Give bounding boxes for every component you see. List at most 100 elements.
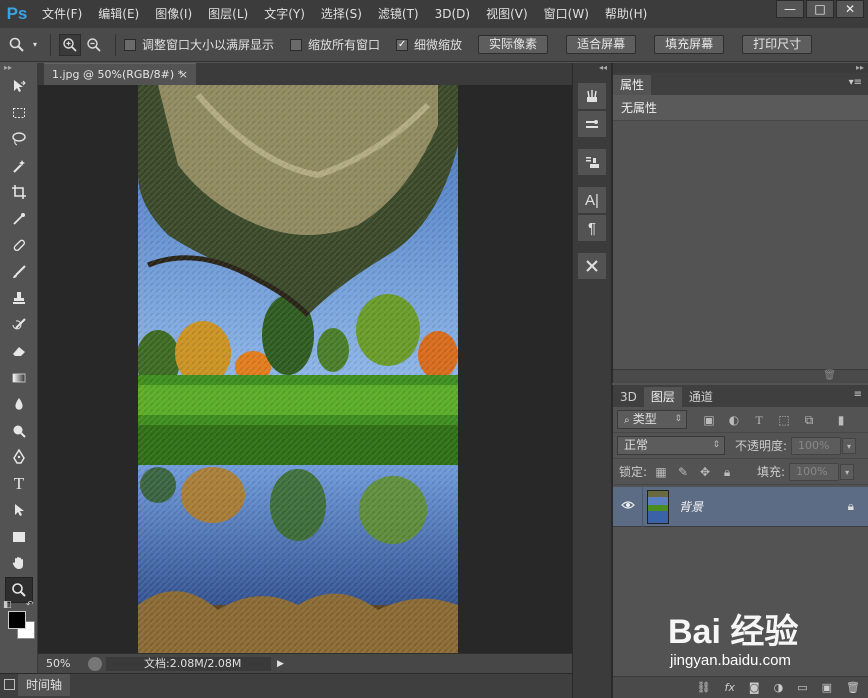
maximize-button[interactable]: □	[806, 0, 834, 18]
tab-layers[interactable]: 图层	[643, 387, 682, 407]
document-tab-title: 1.jpg @ 50%(RGB/8#) *	[52, 68, 184, 81]
swap-colors-icon[interactable]: ↶	[26, 600, 34, 610]
collapse-arrows-icon[interactable]: ◂◂	[573, 63, 611, 73]
close-tab-icon[interactable]: ×	[179, 64, 188, 85]
tab-3d[interactable]: 3D	[613, 387, 644, 407]
close-button[interactable]: ✕	[836, 0, 864, 18]
brush-tool-icon[interactable]	[0, 259, 38, 286]
collapse-arrows-icon[interactable]: ▸▸	[613, 63, 868, 73]
checkbox-box-checked[interactable]: ✓	[396, 38, 409, 51]
fill-input[interactable]: 100% ▾	[789, 462, 855, 481]
lock-image-icon[interactable]: ✎	[675, 464, 691, 480]
gradient-tool-icon[interactable]	[0, 365, 38, 392]
lasso-tool-icon[interactable]	[0, 126, 38, 153]
filter-adjustment-icon[interactable]: ◐	[726, 412, 742, 428]
status-menu-arrow-icon[interactable]: ▶	[277, 659, 284, 669]
pen-tool-icon[interactable]	[0, 444, 38, 471]
character-panel-icon[interactable]: A|	[578, 187, 606, 213]
marquee-tool-icon[interactable]	[0, 100, 38, 127]
trash-icon[interactable]: 🗑	[823, 370, 836, 381]
clone-source-panel-icon[interactable]	[578, 149, 606, 175]
opacity-input[interactable]: 100% ▾	[791, 436, 857, 455]
rectangle-tool-icon[interactable]	[0, 524, 38, 551]
eraser-tool-icon[interactable]	[0, 338, 38, 365]
checkbox-box[interactable]	[124, 38, 136, 51]
zoom-in-icon[interactable]	[59, 33, 81, 56]
scrubby-zoom-checkbox[interactable]: ✓ 细微缩放	[396, 36, 462, 53]
chevron-down-icon[interactable]: ▾	[842, 437, 857, 454]
menu-window[interactable]: 窗口(W)	[536, 0, 597, 28]
lock-transparent-icon[interactable]: ▦	[653, 464, 669, 480]
actual-pixels-button[interactable]: 实际像素	[478, 35, 549, 54]
lock-position-icon[interactable]: ✥	[697, 464, 713, 480]
tool-presets-panel-icon[interactable]	[578, 253, 606, 279]
canvas-area[interactable]	[38, 85, 572, 653]
clone-stamp-tool-icon[interactable]	[0, 285, 38, 312]
filter-toggle-icon[interactable]: ▮	[833, 412, 849, 428]
lock-label: 锁定:	[619, 465, 648, 479]
menu-view[interactable]: 视图(V)	[478, 0, 536, 28]
document-tab[interactable]: 1.jpg @ 50%(RGB/8#) * ×	[44, 63, 196, 85]
panel-menu-icon[interactable]: ≡	[854, 389, 862, 400]
menu-image[interactable]: 图像(I)	[147, 0, 200, 28]
chevron-down-icon[interactable]: ▾	[840, 463, 855, 480]
zoom-tool-icon[interactable]	[6, 34, 28, 56]
timeline-tab[interactable]: 时间轴	[18, 674, 71, 696]
panel-menu-icon[interactable]: ▾≡	[849, 77, 862, 88]
lock-all-icon[interactable]: 🔒︎	[719, 464, 735, 480]
layer-name[interactable]: 背景	[679, 498, 703, 515]
resize-windows-checkbox[interactable]: 调整窗口大小以满屏显示	[124, 36, 274, 53]
menu-filter[interactable]: 滤镜(T)	[370, 0, 427, 28]
watermark-logo: Bai 经验	[668, 613, 799, 651]
fit-screen-button[interactable]: 适合屏幕	[566, 35, 637, 54]
menu-file[interactable]: 文件(F)	[34, 0, 90, 28]
brush-preset-panel-icon[interactable]	[578, 111, 606, 137]
crop-tool-icon[interactable]	[0, 179, 38, 206]
checkbox-box[interactable]	[290, 38, 303, 51]
menu-help[interactable]: 帮助(H)	[597, 0, 655, 28]
zoom-level[interactable]: 50%	[38, 657, 88, 670]
path-selection-tool-icon[interactable]	[0, 497, 38, 524]
filter-type-icon[interactable]: T	[751, 412, 767, 428]
tool-preset-dropdown-icon[interactable]: ▾	[30, 34, 40, 56]
fill-value: 100%	[796, 464, 828, 478]
type-tool-icon[interactable]: T	[0, 471, 38, 498]
menu-select[interactable]: 选择(S)	[313, 0, 370, 28]
tab-properties[interactable]: 属性	[613, 75, 652, 95]
menu-type[interactable]: 文字(Y)	[256, 0, 313, 28]
layer-thumbnail	[647, 489, 669, 524]
tab-channels[interactable]: 通道	[682, 387, 720, 407]
menu-edit[interactable]: 编辑(E)	[90, 0, 147, 28]
move-tool-icon[interactable]	[0, 73, 38, 100]
menu-layer[interactable]: 图层(L)	[200, 0, 256, 28]
blur-tool-icon[interactable]	[0, 391, 38, 418]
paragraph-panel-icon[interactable]: ¶	[578, 215, 606, 241]
foreground-color-swatch[interactable]	[8, 611, 26, 629]
zoom-all-windows-checkbox[interactable]: 缩放所有窗口	[290, 36, 380, 53]
history-panel-icon[interactable]	[578, 83, 606, 109]
magic-wand-tool-icon[interactable]	[0, 153, 38, 180]
healing-brush-tool-icon[interactable]	[0, 232, 38, 259]
filter-kind-select[interactable]: ⌕ 类型 ⇕	[617, 410, 687, 429]
zoom-out-icon[interactable]	[83, 34, 105, 56]
document-tabs: 1.jpg @ 50%(RGB/8#) * ×	[38, 63, 572, 85]
hand-tool-icon[interactable]	[0, 550, 38, 577]
filter-smart-object-icon[interactable]: ⧉	[801, 412, 817, 428]
filter-shape-icon[interactable]: ⬚	[776, 412, 792, 428]
dodge-tool-icon[interactable]	[0, 418, 38, 445]
collapse-arrows-icon[interactable]: ▸▸	[0, 63, 37, 73]
filter-pixel-icon[interactable]: ▣	[701, 412, 717, 428]
default-colors-icon[interactable]: ◧	[3, 600, 12, 610]
canvas-image[interactable]	[138, 85, 458, 653]
eyedropper-tool-icon[interactable]	[0, 206, 38, 233]
fill-screen-button[interactable]: 填充屏幕	[654, 35, 725, 54]
visibility-eye-icon[interactable]	[613, 486, 643, 527]
blend-opacity-row: 正常 ⇕ 不透明度: 100% ▾	[613, 433, 868, 459]
print-size-button[interactable]: 打印尺寸	[742, 35, 813, 54]
menu-3d[interactable]: 3D(D)	[427, 0, 478, 28]
watermark-url: jingyan.baidu.com	[670, 652, 791, 669]
minimize-button[interactable]: —	[776, 0, 804, 18]
blend-mode-select[interactable]: 正常 ⇕	[617, 436, 725, 455]
history-brush-tool-icon[interactable]	[0, 312, 38, 339]
layer-row[interactable]: 背景 🔒︎	[613, 486, 868, 527]
